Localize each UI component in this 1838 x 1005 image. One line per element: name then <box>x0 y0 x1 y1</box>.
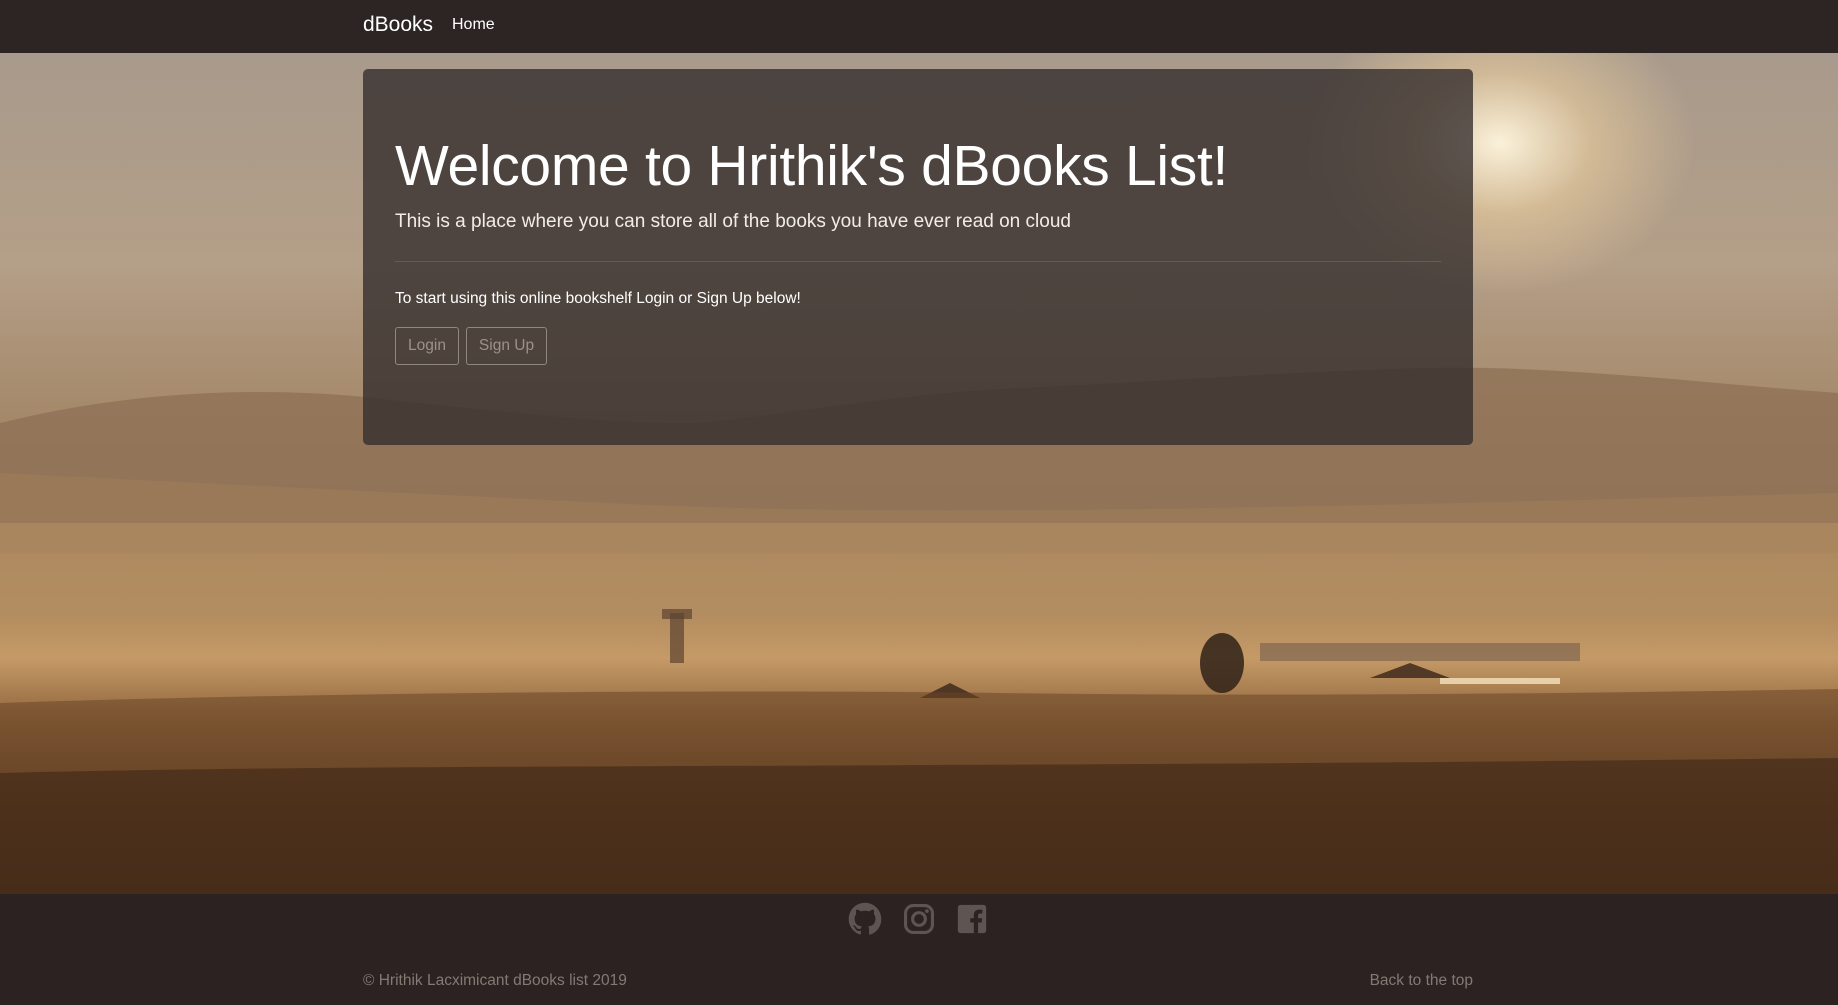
facebook-icon[interactable] <box>955 902 989 936</box>
lead-text: This is a place where you can store all … <box>395 211 1071 232</box>
instagram-icon[interactable] <box>902 902 936 936</box>
footer: © Hrithik Lacximicant dBooks list 2019 B… <box>0 894 1838 1005</box>
jumbotron: Welcome to Hrithik's dBooks List! This i… <box>363 69 1473 445</box>
copyright-text: © Hrithik Lacximicant dBooks list 2019 <box>363 972 627 989</box>
github-icon[interactable] <box>848 902 882 936</box>
signup-button[interactable]: Sign Up <box>466 327 547 365</box>
navbar: dBooks Home <box>0 0 1838 53</box>
divider <box>395 261 1441 262</box>
navbar-brand[interactable]: dBooks <box>363 13 433 37</box>
intro-text: To start using this online bookshelf Log… <box>395 290 801 307</box>
back-to-top-link[interactable]: Back to the top <box>1370 972 1473 990</box>
nav-link-home[interactable]: Home <box>452 16 495 34</box>
page-title: Welcome to Hrithik's dBooks List! <box>395 134 1229 198</box>
login-button[interactable]: Login <box>395 327 459 365</box>
